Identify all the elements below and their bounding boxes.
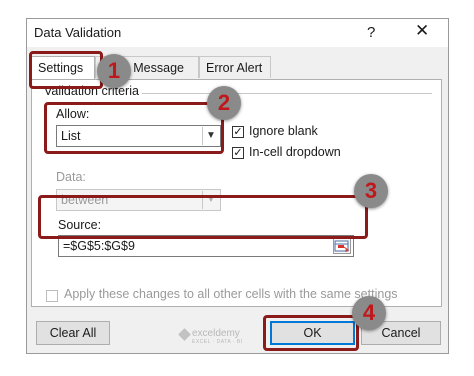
dialog-title: Data Validation [34,25,122,40]
highlight-ok-button [263,315,359,351]
range-selector-icon[interactable] [333,238,351,254]
help-icon[interactable]: ? [367,24,375,41]
tab-error-alert[interactable]: Error Alert [199,56,271,78]
check-icon: ✓ [233,147,243,159]
apply-all-checkbox [46,290,58,302]
annotation-badge-4: 4 [352,296,386,330]
highlight-source-field [38,195,368,239]
group-divider [142,93,432,94]
data-label: Data: [56,170,86,184]
annotation-badge-3: 3 [354,174,388,208]
exceldemy-watermark: exceldemy EXCEL · DATA · BI [178,328,243,345]
highlight-allow-dropdown [44,102,224,154]
watermark-tagline: EXCEL · DATA · BI [192,339,243,345]
check-icon: ✓ [233,126,243,138]
title-bar: Data Validation ? ✕ [27,19,448,47]
ignore-blank-label: Ignore blank [249,124,318,138]
ignore-blank-checkbox[interactable]: ✓ [232,126,244,138]
watermark-name: exceldemy [192,328,240,339]
in-cell-dropdown-label: In-cell dropdown [249,145,341,159]
source-value: =$G$5:$G$9 [63,239,135,253]
in-cell-dropdown-checkbox[interactable]: ✓ [232,147,244,159]
highlight-settings-tab [29,51,103,89]
apply-all-label: Apply these changes to all other cells w… [64,287,398,301]
annotation-badge-2: 2 [207,86,241,120]
clear-all-button[interactable]: Clear All [36,321,110,345]
annotation-badge-1: 1 [97,54,131,88]
close-icon[interactable]: ✕ [415,21,429,41]
